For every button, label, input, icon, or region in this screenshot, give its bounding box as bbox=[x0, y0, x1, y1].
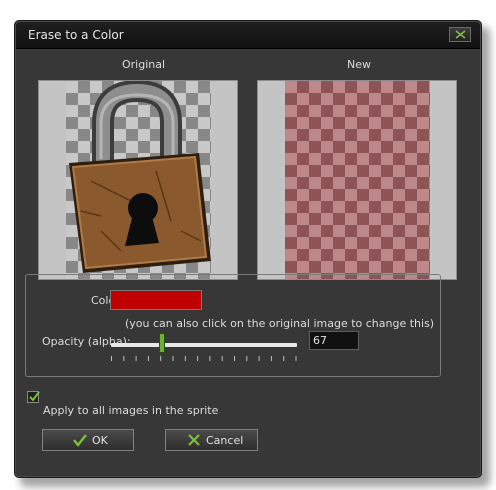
opacity-slider-thumb[interactable] bbox=[159, 333, 165, 353]
apply-all-label[interactable]: Apply to all images in the sprite bbox=[43, 404, 218, 417]
checkmark-icon bbox=[73, 434, 87, 447]
cancel-button[interactable]: Cancel bbox=[165, 429, 258, 451]
new-preview bbox=[257, 80, 457, 280]
cross-icon bbox=[188, 434, 200, 446]
apply-all-checkbox[interactable] bbox=[27, 391, 40, 403]
cancel-label: Cancel bbox=[206, 434, 244, 447]
opacity-value-input[interactable]: 67 bbox=[309, 331, 359, 350]
close-x-icon bbox=[455, 30, 466, 39]
original-label: Original bbox=[122, 58, 166, 71]
checkmark-icon bbox=[29, 391, 40, 402]
padlock-icon bbox=[69, 81, 211, 273]
ok-button[interactable]: OK bbox=[42, 429, 134, 451]
erased-checkerboard bbox=[285, 81, 430, 279]
dialog-title: Erase to a Color bbox=[28, 28, 124, 42]
new-label: New bbox=[347, 58, 371, 71]
original-preview[interactable] bbox=[38, 80, 238, 280]
close-button[interactable] bbox=[449, 27, 471, 42]
color-hint: (you can also click on the original imag… bbox=[125, 317, 435, 330]
slider-ticks bbox=[111, 356, 297, 361]
color-swatch[interactable] bbox=[110, 290, 202, 310]
ok-label: OK bbox=[92, 434, 108, 447]
opacity-slider-track[interactable] bbox=[111, 343, 297, 347]
title-bar: Erase to a Color bbox=[16, 22, 480, 49]
